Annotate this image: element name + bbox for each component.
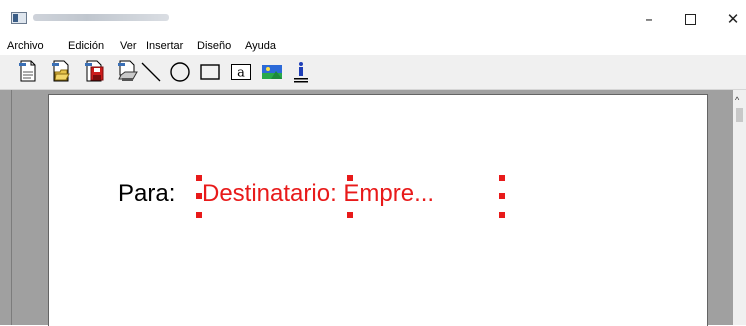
open-button[interactable] xyxy=(50,58,72,84)
app-icon xyxy=(11,12,27,24)
ellipse-tool-button[interactable] xyxy=(169,58,191,84)
maximize-icon xyxy=(684,13,696,25)
print-icon xyxy=(118,60,138,81)
selection-handle[interactable] xyxy=(196,212,202,218)
line-tool-icon xyxy=(141,62,161,82)
new-document-button[interactable] xyxy=(17,58,39,84)
maximize-button[interactable] xyxy=(677,8,703,30)
line-tool-button[interactable] xyxy=(140,58,162,84)
image-tool-icon xyxy=(262,65,282,79)
minimize-button[interactable]: – xyxy=(636,8,662,30)
rectangle-tool-button[interactable] xyxy=(199,58,221,84)
menu-archivo[interactable]: Archivo xyxy=(7,40,44,52)
selection-handle[interactable] xyxy=(196,175,202,181)
selection-handle[interactable] xyxy=(499,212,505,218)
svg-text:a: a xyxy=(237,66,245,81)
selection-handle[interactable] xyxy=(499,175,505,181)
menu-insertar[interactable]: Insertar xyxy=(146,40,183,52)
open-folder-icon xyxy=(52,60,70,82)
document-page[interactable]: Para: Destinatario: Empre... xyxy=(48,94,708,326)
title-bar: – ✕ xyxy=(0,0,746,36)
text-tool-button[interactable]: a xyxy=(230,58,252,84)
vertical-scrollbar[interactable]: ^ xyxy=(733,90,746,325)
selection-handle[interactable] xyxy=(499,193,505,199)
print-button[interactable] xyxy=(116,58,138,84)
close-button[interactable]: ✕ xyxy=(720,8,746,30)
rectangle-tool-icon xyxy=(200,64,220,80)
selection-handle[interactable] xyxy=(347,212,353,218)
recipient-field[interactable]: Destinatario: Empre... xyxy=(202,180,434,208)
window-title xyxy=(33,14,169,21)
toolbar: a xyxy=(0,55,746,90)
field-info-icon xyxy=(294,62,308,83)
close-icon: ✕ xyxy=(726,10,740,28)
save-button[interactable] xyxy=(83,58,105,84)
image-tool-button[interactable] xyxy=(261,58,283,84)
text-tool-icon: a xyxy=(231,64,251,81)
menu-ver[interactable]: Ver xyxy=(120,40,137,52)
left-ruler xyxy=(0,90,12,325)
insert-field-button[interactable] xyxy=(290,58,312,84)
scroll-thumb[interactable] xyxy=(736,108,743,122)
menu-ayuda[interactable]: Ayuda xyxy=(245,40,276,52)
menu-bar: Archivo Edición Ver Insertar Diseño Ayud… xyxy=(0,36,746,55)
selection-handle[interactable] xyxy=(196,193,202,199)
menu-edicion[interactable]: Edición xyxy=(68,40,104,52)
new-document-icon xyxy=(19,60,36,82)
menu-diseno[interactable]: Diseño xyxy=(197,40,231,52)
scroll-up-icon[interactable]: ^ xyxy=(735,95,739,105)
ellipse-tool-icon xyxy=(170,62,190,82)
para-label: Para: xyxy=(118,180,176,207)
selection-handle[interactable] xyxy=(347,175,353,181)
document-workspace: Para: Destinatario: Empre... ^ xyxy=(0,90,746,326)
save-disk-icon xyxy=(85,60,104,82)
minimize-icon: – xyxy=(645,10,653,28)
